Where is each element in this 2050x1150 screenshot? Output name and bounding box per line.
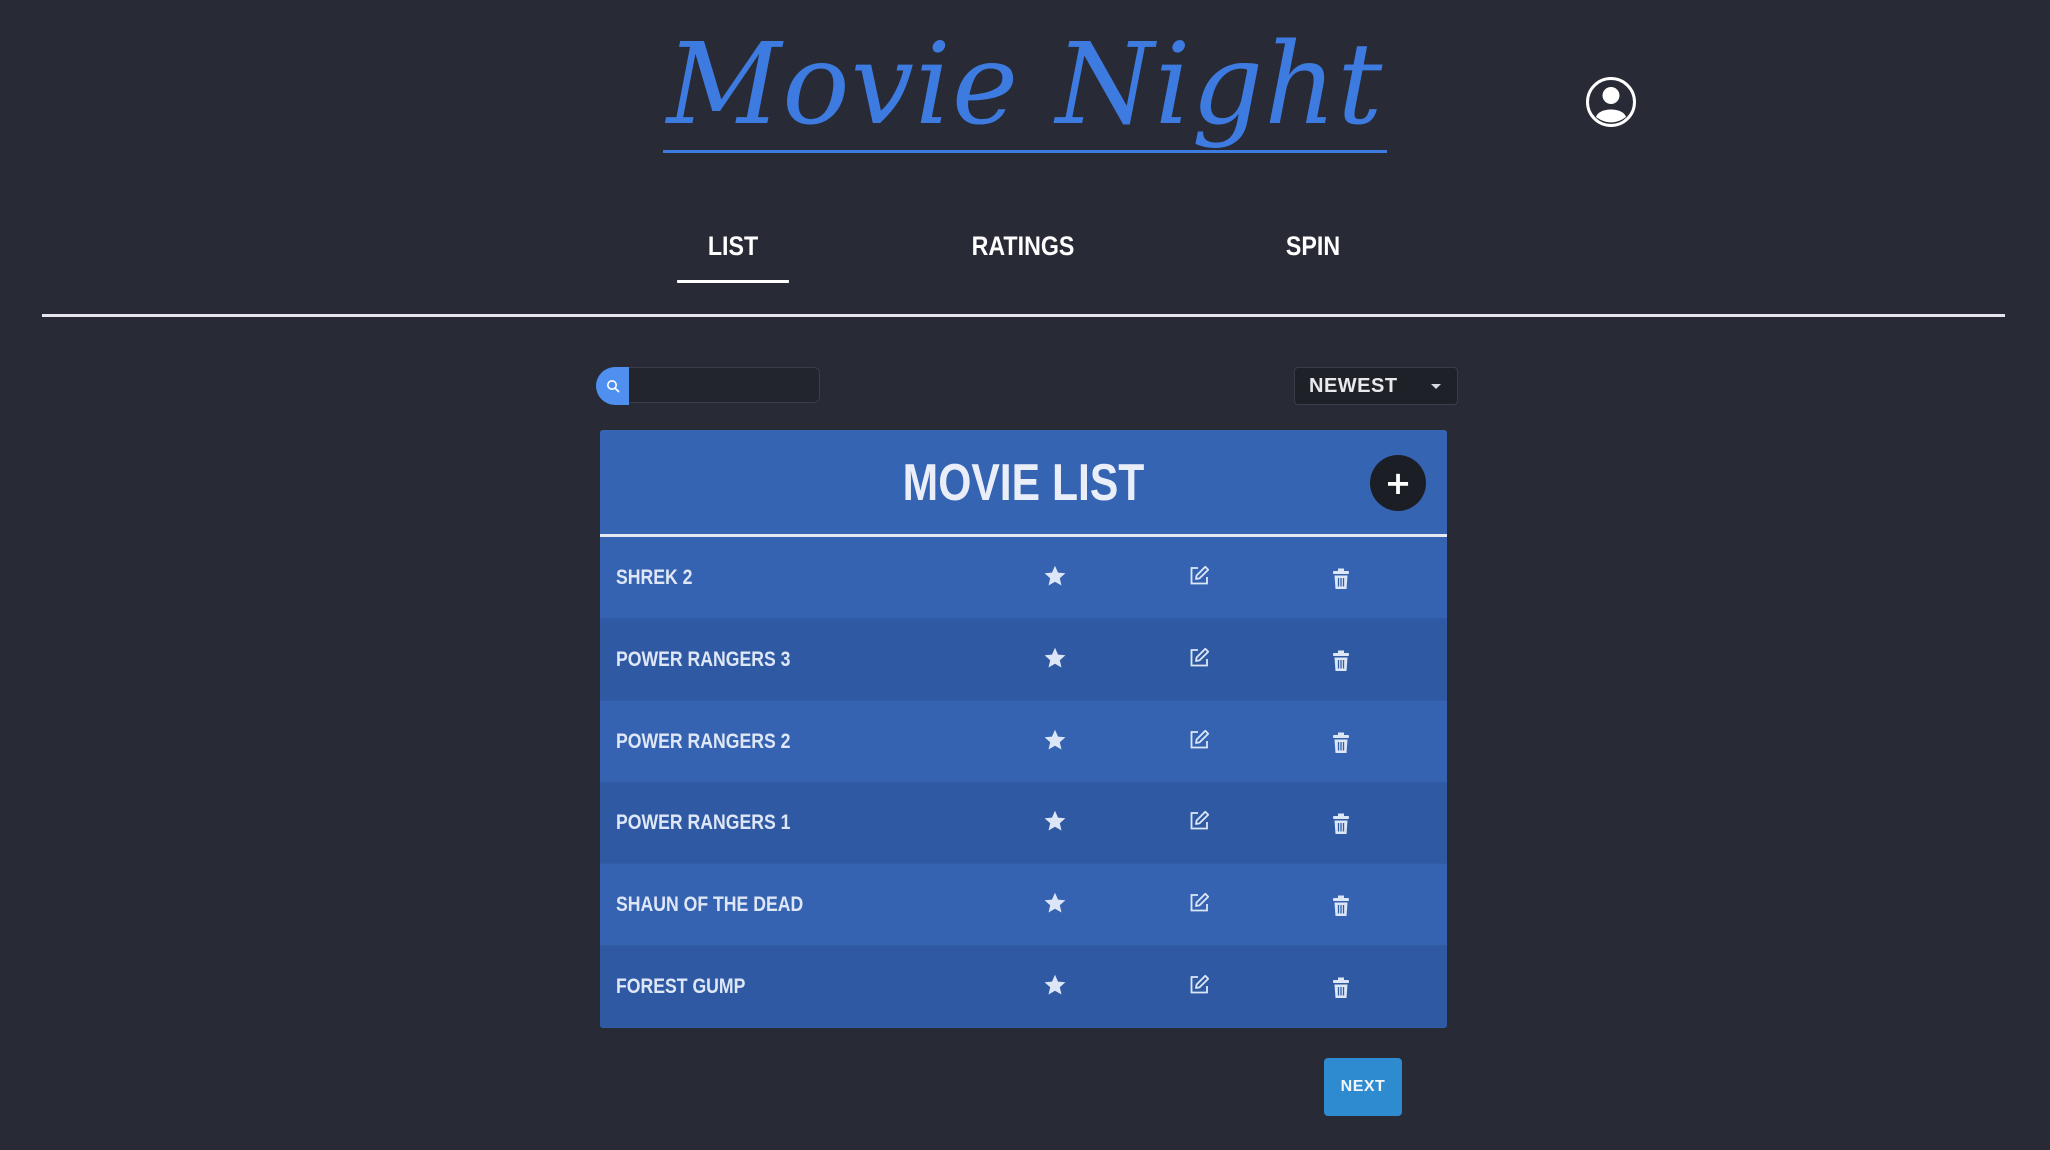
trash-icon[interactable] bbox=[1326, 809, 1356, 839]
edit-icon[interactable] bbox=[1184, 806, 1214, 836]
app-title: Movie Night bbox=[0, 20, 2050, 153]
trash-icon[interactable] bbox=[1326, 973, 1356, 1003]
star-icon bbox=[1044, 811, 1066, 831]
search-input[interactable] bbox=[629, 367, 820, 403]
edit-icon bbox=[1190, 647, 1210, 667]
search-bar bbox=[596, 367, 824, 405]
movie-title: POWER RANGERS 2 bbox=[616, 729, 791, 753]
star-icon bbox=[1044, 974, 1066, 995]
movie-row: POWER RANGERS 1 bbox=[600, 782, 1447, 864]
movie-row: POWER RANGERS 3 bbox=[600, 618, 1447, 700]
edit-icon[interactable] bbox=[1184, 725, 1214, 755]
edit-icon bbox=[1190, 974, 1210, 994]
edit-icon[interactable] bbox=[1184, 970, 1214, 1000]
trash-icon[interactable] bbox=[1326, 646, 1356, 676]
movie-list-card: MOVIE LIST + SHREK 2 POWER RANGERS 3 POWER… bbox=[600, 430, 1447, 1028]
caret-down-icon bbox=[1431, 384, 1441, 389]
next-button[interactable]: NEXT bbox=[1324, 1058, 1402, 1116]
star-icon[interactable] bbox=[1040, 806, 1070, 836]
movie-title: FOREST GUMP bbox=[616, 975, 746, 998]
movie-list-header: MOVIE LIST + bbox=[600, 430, 1447, 537]
movie-row: SHREK 2 bbox=[600, 537, 1447, 618]
nav-tabs: LIST RATINGS SPIN bbox=[0, 222, 2050, 283]
star-icon bbox=[1044, 729, 1066, 750]
movie-row: SHAUN OF THE DEAD bbox=[600, 864, 1447, 946]
star-icon[interactable] bbox=[1040, 561, 1070, 591]
movie-title: SHREK 2 bbox=[616, 566, 693, 589]
trash-icon bbox=[1333, 813, 1349, 835]
search-icon bbox=[606, 380, 619, 393]
trash-icon bbox=[1333, 650, 1349, 671]
add-movie-button[interactable]: + bbox=[1370, 455, 1426, 511]
trash-icon[interactable] bbox=[1326, 891, 1356, 921]
movie-row: FOREST GUMP bbox=[600, 946, 1447, 1027]
header-divider bbox=[42, 314, 2005, 317]
edit-icon bbox=[1190, 565, 1210, 585]
movie-title: POWER RANGERS 3 bbox=[616, 647, 791, 671]
star-icon[interactable] bbox=[1040, 888, 1070, 918]
profile-button[interactable] bbox=[1585, 76, 1637, 128]
tab-spin[interactable]: SPIN bbox=[1257, 222, 1369, 280]
star-icon[interactable] bbox=[1040, 643, 1070, 673]
star-icon[interactable] bbox=[1040, 725, 1070, 755]
edit-icon[interactable] bbox=[1184, 643, 1214, 673]
movie-title: SHAUN OF THE DEAD bbox=[616, 893, 804, 917]
sort-selected-value: NEWEST bbox=[1309, 375, 1398, 397]
trash-icon[interactable] bbox=[1326, 564, 1356, 594]
trash-icon[interactable] bbox=[1326, 728, 1356, 758]
movie-row: POWER RANGERS 2 bbox=[600, 700, 1447, 782]
edit-icon bbox=[1190, 729, 1210, 748]
edit-icon[interactable] bbox=[1184, 561, 1214, 591]
plus-icon: + bbox=[1384, 464, 1412, 502]
trash-icon bbox=[1333, 895, 1349, 917]
tab-list[interactable]: LIST bbox=[677, 222, 789, 283]
edit-icon[interactable] bbox=[1184, 888, 1214, 918]
trash-icon bbox=[1333, 568, 1349, 589]
search-button[interactable] bbox=[596, 367, 629, 405]
star-icon bbox=[1044, 565, 1066, 586]
tab-ratings[interactable]: RATINGS bbox=[967, 222, 1079, 280]
movie-list-title: MOVIE LIST bbox=[902, 454, 1145, 512]
app-title-text: Movie Night bbox=[662, 20, 1388, 153]
sort-dropdown[interactable]: NEWEST bbox=[1294, 367, 1458, 405]
star-icon[interactable] bbox=[1040, 970, 1070, 1000]
star-icon bbox=[1044, 647, 1066, 668]
edit-icon bbox=[1190, 893, 1210, 912]
trash-icon bbox=[1333, 977, 1349, 998]
edit-icon bbox=[1190, 811, 1210, 830]
movie-title: POWER RANGERS 1 bbox=[616, 811, 791, 835]
star-icon bbox=[1044, 892, 1066, 913]
user-circle-icon bbox=[1586, 77, 1636, 127]
trash-icon bbox=[1333, 732, 1349, 753]
